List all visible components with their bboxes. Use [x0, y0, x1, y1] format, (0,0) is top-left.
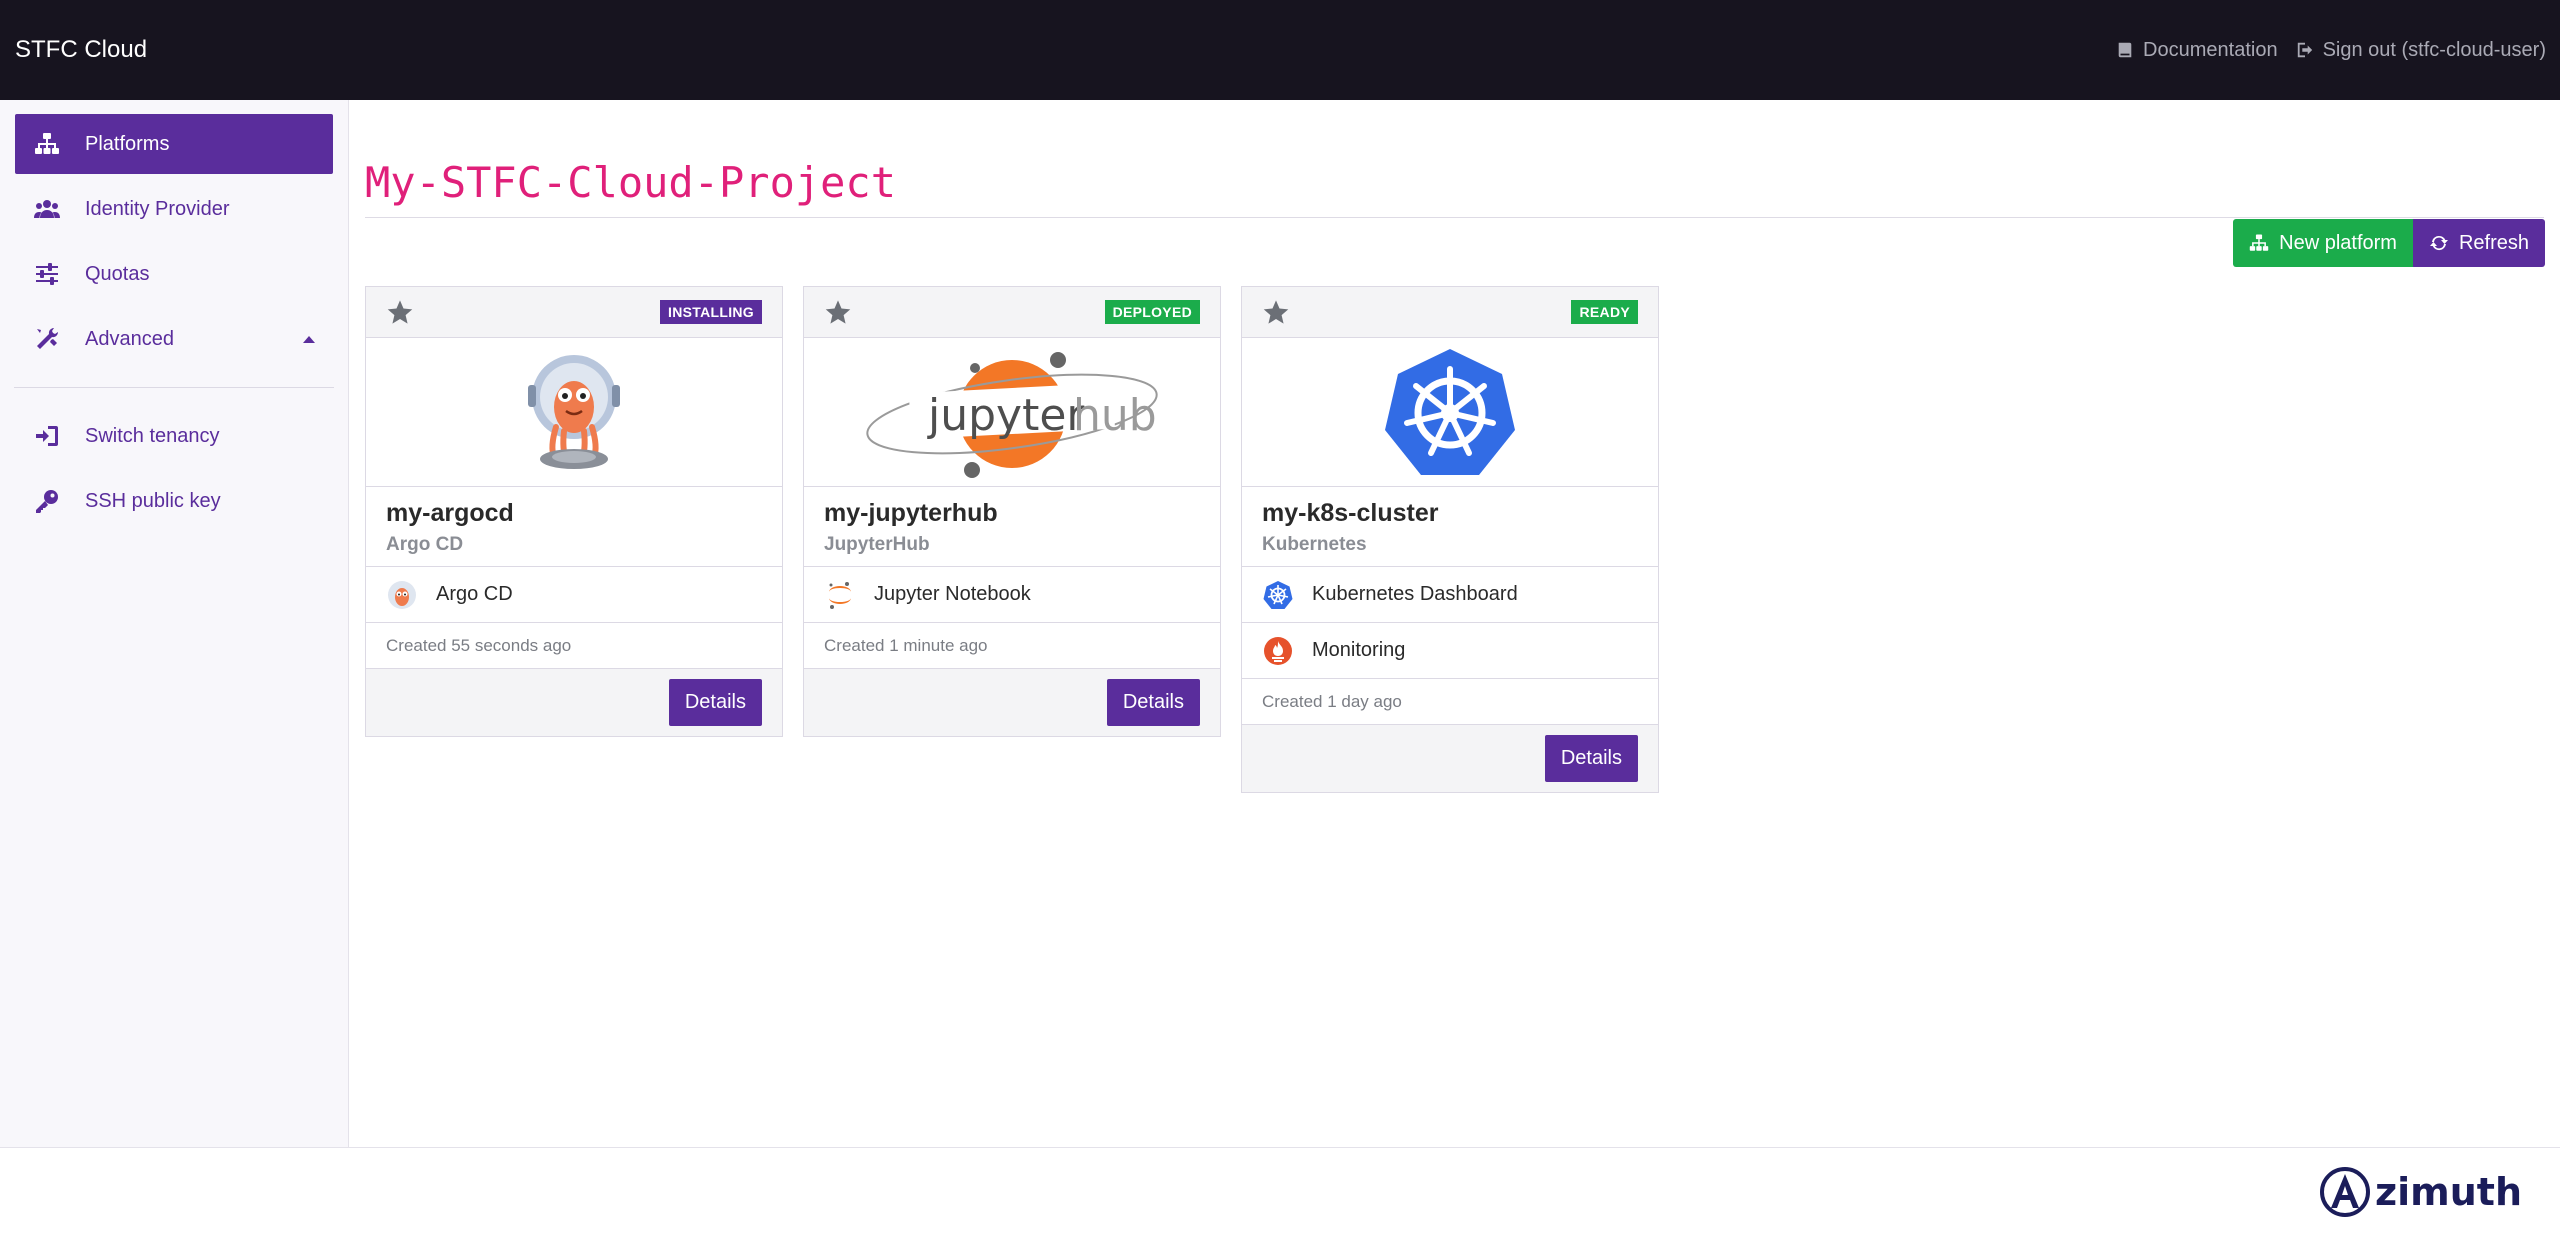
service-label: Kubernetes Dashboard: [1312, 583, 1518, 605]
footer: zimuth: [0, 1147, 2560, 1237]
azimuth-logo: zimuth: [2319, 1166, 2522, 1218]
platform-name: my-argocd: [386, 499, 514, 527]
new-platform-label: New platform: [2279, 231, 2397, 254]
platform-card-kubernetes: READY my-k8s-cluster Kubernetes Kubernet…: [1241, 286, 1659, 793]
status-badge: READY: [1571, 300, 1638, 324]
details-button[interactable]: Details: [1544, 735, 1638, 782]
platform-logo-argocd: [366, 338, 782, 487]
details-button[interactable]: Details: [1106, 679, 1200, 726]
azimuth-logo-icon: [2319, 1167, 2370, 1217]
sidebar-item-advanced[interactable]: Advanced: [15, 309, 333, 369]
signout-link[interactable]: Sign out (stfc-cloud-user): [2296, 39, 2546, 62]
tools-icon: [33, 325, 61, 353]
sidebar-item-platforms[interactable]: Platforms: [15, 114, 333, 174]
sitemap-icon: [33, 130, 61, 158]
jupyterhub-logo-wordmark: jupyter: [927, 390, 1085, 441]
card-footer: Details: [1242, 725, 1658, 792]
caret-up-icon: [303, 335, 315, 343]
platform-type: Kubernetes: [1262, 534, 1367, 555]
service-label: Argo CD: [436, 583, 513, 605]
service-label: Jupyter Notebook: [874, 583, 1031, 605]
brand-link[interactable]: STFC Cloud: [15, 36, 147, 64]
card-body: my-jupyterhub JupyterHub: [804, 487, 1220, 567]
status-badge: DEPLOYED: [1104, 300, 1200, 324]
card-body: my-argocd Argo CD: [366, 487, 782, 567]
documentation-label: Documentation: [2143, 38, 2278, 61]
sliders-icon: [33, 260, 61, 288]
platform-card-jupyterhub: DEPLOYED jupyter hub my-jupyterhub Jupyt…: [803, 286, 1221, 737]
service-label: Monitoring: [1312, 639, 1406, 661]
refresh-button[interactable]: Refresh: [2412, 219, 2545, 267]
kubernetes-logo: [1385, 349, 1515, 475]
created-timestamp: Created 1 minute ago: [804, 623, 1220, 669]
service-link-kubernetes-dashboard[interactable]: Kubernetes Dashboard: [1242, 567, 1658, 623]
card-header: READY: [1242, 287, 1658, 338]
card-footer: Details: [804, 669, 1220, 736]
jupyterhub-logo-wordmark-hub: hub: [1073, 390, 1157, 441]
sign-out-icon: [2297, 42, 2312, 58]
navbar-right: Documentation Sign out (stfc-cloud-user): [2116, 39, 2546, 62]
sidebar-item-label: Identity Provider: [85, 197, 230, 220]
signout-label: Sign out (stfc-cloud-user): [2322, 38, 2546, 61]
refresh-icon: [2429, 235, 2448, 251]
service-link-monitoring[interactable]: Monitoring: [1242, 623, 1658, 679]
main-content: My-STFC-Cloud-Project New platform Refre…: [365, 100, 2545, 793]
azimuth-logo-text: zimuth: [2374, 1170, 2522, 1214]
key-icon: [33, 487, 61, 515]
card-footer: Details: [366, 669, 782, 736]
sidebar-item-label: Platforms: [85, 132, 170, 155]
sidebar-item-label: Switch tenancy: [85, 424, 220, 447]
card-header: DEPLOYED: [804, 287, 1220, 338]
platform-type: JupyterHub: [824, 534, 930, 555]
status-badge: INSTALLING: [660, 300, 762, 324]
jupyterhub-logo: jupyter hub: [866, 352, 1158, 478]
sidebar: Platforms Identity Provider Quotas Advan…: [0, 100, 349, 1147]
service-link-jupyter-notebook[interactable]: Jupyter Notebook: [804, 567, 1220, 623]
platform-card-argocd: INSTALLING my-argocd Argo CD Argo CD Cre…: [365, 286, 783, 737]
details-button[interactable]: Details: [668, 679, 762, 726]
card-body: my-k8s-cluster Kubernetes: [1242, 487, 1658, 567]
users-icon: [33, 195, 61, 223]
star-icon[interactable]: [824, 298, 852, 326]
star-icon[interactable]: [1262, 298, 1290, 326]
platform-toolbar: New platform Refresh: [2233, 219, 2545, 267]
sidebar-item-switch-tenancy[interactable]: Switch tenancy: [15, 406, 333, 466]
sidebar-divider: [14, 387, 334, 388]
sitemap-icon: [2249, 234, 2269, 251]
sidebar-item-label: Advanced: [85, 327, 174, 350]
star-icon[interactable]: [386, 298, 414, 326]
refresh-label: Refresh: [2458, 231, 2529, 254]
platform-logo-jupyterhub: jupyter hub: [804, 338, 1220, 487]
service-link-argocd[interactable]: Argo CD: [366, 567, 782, 623]
new-platform-button[interactable]: New platform: [2233, 219, 2413, 267]
kubernetes-icon: [1262, 579, 1294, 611]
sidebar-item-identity-provider[interactable]: Identity Provider: [15, 179, 333, 239]
prometheus-icon: [1262, 635, 1294, 667]
documentation-link[interactable]: Documentation: [2116, 39, 2278, 62]
sidebar-item-quotas[interactable]: Quotas: [15, 244, 333, 304]
platform-logo-kubernetes: [1242, 338, 1658, 487]
platform-type: Argo CD: [386, 534, 464, 555]
book-icon: [2118, 42, 2132, 58]
card-header: INSTALLING: [366, 287, 782, 338]
created-timestamp: Created 55 seconds ago: [366, 623, 782, 669]
argocd-logo: [528, 355, 620, 469]
top-navbar: STFC Cloud Documentation Sign out (stfc-…: [0, 0, 2560, 100]
jupyter-icon: [824, 579, 856, 611]
sidebar-item-label: Quotas: [85, 262, 150, 285]
platform-name: my-k8s-cluster: [1262, 499, 1439, 527]
platform-cards: INSTALLING my-argocd Argo CD Argo CD Cre…: [365, 286, 1659, 793]
sign-in-icon: [33, 422, 61, 450]
sidebar-item-ssh-public-key[interactable]: SSH public key: [15, 471, 333, 531]
created-timestamp: Created 1 day ago: [1242, 679, 1658, 725]
platform-name: my-jupyterhub: [824, 499, 998, 527]
page-title: My-STFC-Cloud-Project: [365, 130, 2544, 218]
argocd-icon: [386, 579, 418, 611]
sidebar-item-label: SSH public key: [85, 489, 221, 512]
